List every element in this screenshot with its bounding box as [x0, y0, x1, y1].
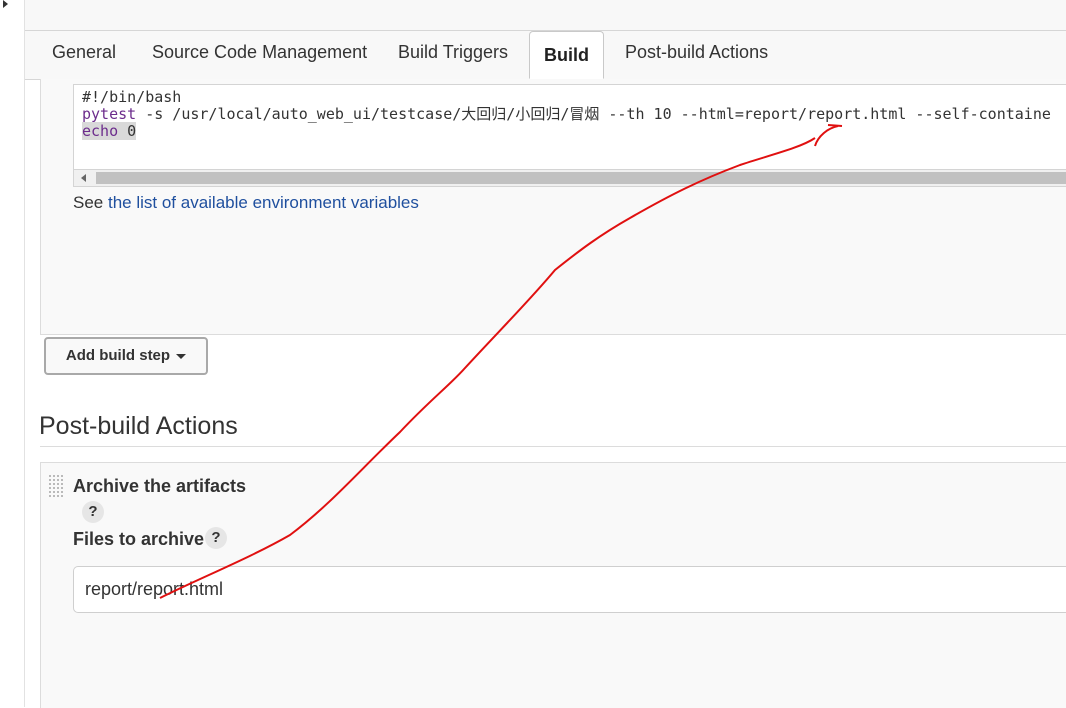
tab-general[interactable]: General	[52, 42, 116, 63]
files-to-archive-label: Files to archive	[73, 529, 205, 549]
code-echo-arg: 0	[118, 122, 137, 140]
tab-source-code-management[interactable]: Source Code Management	[152, 42, 367, 63]
config-tabbar: General Source Code Management Build Tri…	[25, 30, 1066, 80]
env-vars-prefix: See	[73, 193, 108, 212]
left-sidebar-strip	[0, 0, 25, 707]
editor-horizontal-scrollbar[interactable]	[73, 169, 1066, 187]
tab-build-triggers[interactable]: Build Triggers	[398, 42, 508, 63]
code-args: -s /usr/local/auto_web_ui/testcase/大回归/小…	[136, 105, 1051, 123]
section-divider	[40, 446, 1066, 447]
caret-down-icon	[176, 353, 187, 359]
scrollbar-thumb[interactable]	[96, 172, 1066, 184]
tab-build[interactable]: Build	[529, 31, 604, 79]
code-echo: echo	[82, 122, 119, 140]
code-line-3: echo 0	[82, 122, 137, 140]
triangle-right-icon[interactable]	[3, 0, 8, 8]
env-vars-hint: See the list of available environment va…	[73, 193, 419, 213]
shell-command-editor[interactable]: #!/bin/bash pytest -s /usr/local/auto_we…	[73, 84, 1066, 171]
env-vars-link[interactable]: the list of available environment variab…	[108, 193, 419, 212]
archive-artifacts-title: Archive the artifacts	[73, 476, 247, 496]
triangle-left-icon[interactable]	[81, 174, 86, 182]
code-line-1: #!/bin/bash	[82, 88, 182, 106]
drag-handle-icon[interactable]	[48, 474, 64, 498]
add-build-step-button[interactable]: Add build step	[44, 337, 208, 375]
files-to-archive-input[interactable]: report/report.html	[73, 566, 1066, 613]
post-build-section-title: Post-build Actions	[39, 412, 238, 440]
help-icon[interactable]: ?	[82, 501, 104, 523]
help-icon[interactable]: ?	[205, 527, 227, 549]
add-build-step-label: Add build step	[65, 347, 171, 364]
top-band	[0, 0, 1066, 30]
code-line-2: pytest -s /usr/local/auto_web_ui/testcas…	[82, 106, 1051, 123]
code-selection: echo 0	[82, 122, 137, 140]
code-command: pytest	[82, 105, 137, 123]
tab-post-build-actions[interactable]: Post-build Actions	[625, 42, 768, 63]
